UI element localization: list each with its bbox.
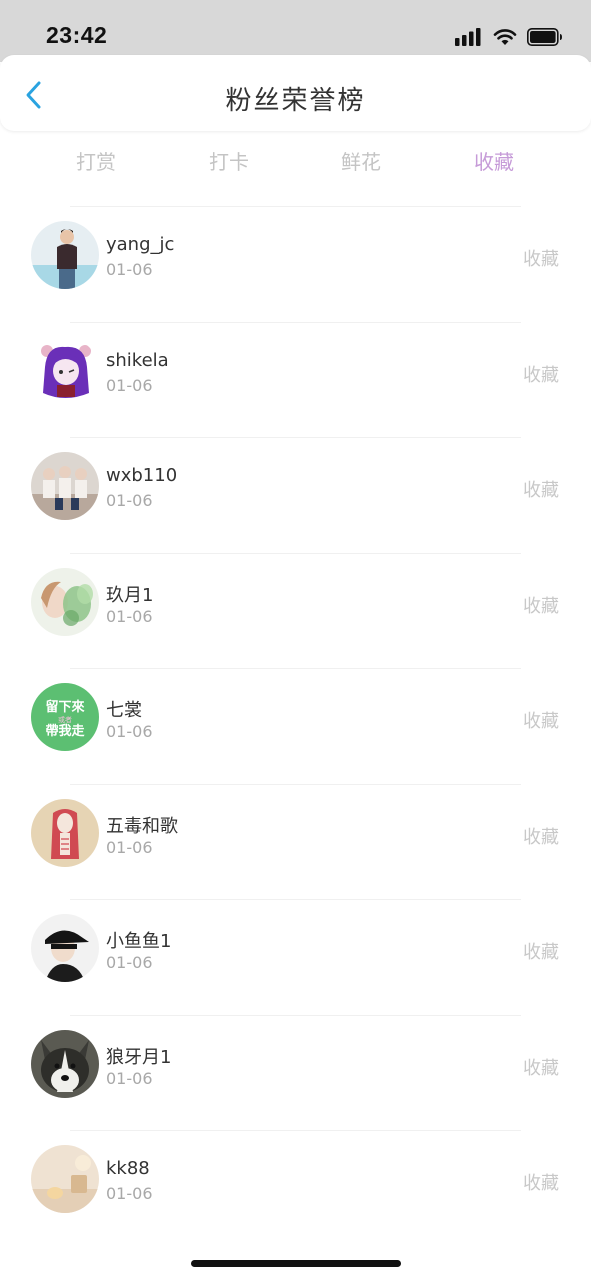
wifi-icon [493, 29, 517, 45]
status-bar: 23:42 [0, 0, 591, 62]
list-item[interactable]: 五毒和歌 01-06 收藏 [0, 783, 591, 900]
page-title: 粉丝荣誉榜 [225, 86, 366, 116]
fan-action-label: 收藏 [523, 364, 559, 386]
fan-date: 01-06 [106, 837, 153, 857]
fan-name: shikela [106, 349, 169, 371]
fan-action-label: 收藏 [523, 1173, 559, 1194]
fan-date: 01-06 [106, 1068, 153, 1088]
nav-bar: 粉丝荣誉榜 [0, 55, 591, 131]
fan-name: 玖月1 [106, 584, 154, 606]
fan-action-label: 收藏 [523, 1057, 559, 1079]
list-item[interactable]: yang_jc 01-06 收藏 [0, 206, 591, 322]
fan-date: 01-06 [106, 375, 153, 395]
avatar[interactable] [31, 914, 99, 982]
fan-date: 01-06 [106, 722, 153, 741]
fan-date: 01-06 [106, 953, 153, 972]
fan-date: 01-06 [106, 260, 153, 279]
avatar-text-line: 或者 [58, 715, 72, 724]
fan-action-label: 收藏 [523, 595, 559, 617]
fan-name: 狼牙月1 [106, 1046, 172, 1068]
list-item[interactable]: shikela 01-06 收藏 [0, 321, 591, 438]
fan-action-label: 收藏 [523, 826, 559, 848]
fan-date: 01-06 [106, 491, 153, 510]
tab-reward[interactable]: 打赏 [56, 146, 136, 175]
fan-action-label: 收藏 [523, 711, 559, 732]
fan-name: 五毒和歌 [106, 815, 178, 837]
fan-name: 七裳 [106, 700, 142, 721]
status-time: 23:42 [46, 22, 108, 48]
list-item[interactable]: wxb110 01-06 收藏 [0, 437, 591, 553]
signal-icon [455, 28, 481, 46]
avatar[interactable] [31, 567, 99, 636]
home-indicator[interactable] [191, 1260, 401, 1267]
fan-action-label: 收藏 [523, 942, 559, 963]
tab-favorites[interactable]: 收藏 [454, 146, 534, 175]
tab-bar: 打赏 打卡 鲜花 收藏 [0, 140, 591, 180]
avatar[interactable] [31, 1029, 99, 1098]
avatar-text-line: 帶我走 [45, 723, 85, 739]
fan-action-label: 收藏 [523, 249, 559, 270]
avatar[interactable] [31, 452, 99, 520]
fan-list: yang_jc 01-06 收藏 shikela 01-06 收藏 wxb110… [0, 206, 591, 1246]
tab-checkin[interactable]: 打卡 [189, 146, 269, 175]
list-item[interactable]: kk88 01-06 收藏 [0, 1130, 591, 1246]
avatar[interactable] [31, 221, 99, 289]
fan-name: kk88 [106, 1158, 150, 1179]
battery-icon [527, 28, 562, 46]
list-item[interactable]: 狼牙月1 01-06 收藏 [0, 1014, 591, 1131]
avatar[interactable] [31, 336, 99, 405]
fan-name: wxb110 [106, 465, 178, 486]
avatar-text-line: 留下來 [45, 699, 85, 715]
fan-name: 小鱼鱼1 [106, 931, 172, 952]
fan-name: yang_jc [106, 234, 175, 255]
list-item[interactable]: 玖月1 01-06 收藏 [0, 552, 591, 669]
status-icons [455, 26, 563, 48]
avatar[interactable] [31, 798, 99, 867]
avatar[interactable] [31, 1145, 99, 1213]
avatar[interactable]: 留下來 或者 帶我走 [31, 683, 99, 751]
fan-date: 01-06 [106, 1184, 153, 1203]
tab-flowers[interactable]: 鲜花 [321, 146, 401, 175]
list-item[interactable]: 留下來 或者 帶我走 七裳 01-06 收藏 [0, 668, 591, 784]
fan-action-label: 收藏 [523, 480, 559, 501]
fan-date: 01-06 [106, 606, 153, 626]
list-item[interactable]: 小鱼鱼1 01-06 收藏 [0, 899, 591, 1015]
